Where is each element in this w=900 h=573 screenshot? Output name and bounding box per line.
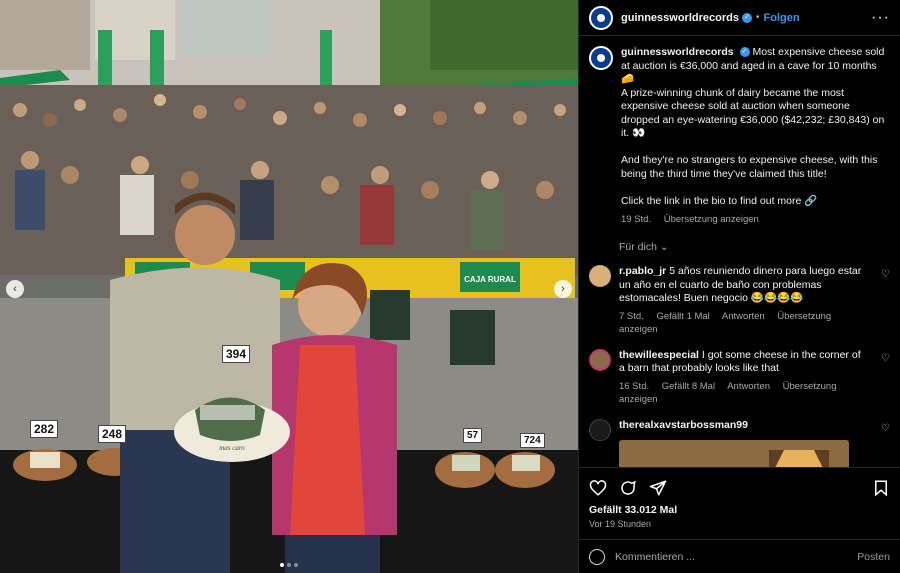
comments-scroll-area[interactable]: guinnessworldrecords ✓ Most expensive ch… <box>579 36 900 467</box>
follow-button[interactable]: Folgen <box>764 12 800 24</box>
carousel-dot <box>287 563 291 567</box>
comment-like-heart-icon[interactable]: ♡ <box>881 423 890 434</box>
post-comment-button[interactable]: Posten <box>857 551 890 563</box>
post-timestamp: Vor 19 Stunden <box>589 519 652 529</box>
like-count[interactable]: Gefällt 33.012 Mal <box>589 504 890 516</box>
caption-username[interactable]: guinnessworldrecords <box>621 46 734 58</box>
like-heart-icon[interactable] <box>589 479 607 497</box>
emoji-picker-icon[interactable] <box>589 548 605 565</box>
post-actions: Gefällt 33.012 Mal Vor 19 Stunden Posten <box>579 467 900 573</box>
carousel-indicator <box>0 563 578 567</box>
commenter-username[interactable]: r.pablo_jr <box>619 265 666 277</box>
more-options-icon[interactable]: ··· <box>871 9 890 27</box>
carousel-dot <box>294 563 298 567</box>
share-send-icon[interactable] <box>649 479 667 497</box>
post-viewer: CAJA RURAL mas caro 394 282 248 57 724 ‹… <box>0 0 900 573</box>
auction-tag: 724 <box>520 433 545 448</box>
commenter-username[interactable]: thewillеespecial <box>619 349 699 361</box>
next-photo-button[interactable]: › <box>554 280 572 298</box>
commenter-avatar[interactable] <box>589 418 611 441</box>
commenter-avatar[interactable] <box>589 265 611 287</box>
comment-likes[interactable]: Gefällt 8 Mal <box>662 381 715 392</box>
verified-badge-icon: ✓ <box>741 12 752 23</box>
comment-reply-button[interactable]: Antworten <box>727 381 770 392</box>
separator-dot: • <box>755 12 760 23</box>
barrier-banner-text: CAJA RURAL <box>464 275 516 284</box>
auction-tag: 248 <box>98 425 127 443</box>
post-caption: guinnessworldrecords ✓ Most expensive ch… <box>589 46 890 225</box>
caption-text: guinnessworldrecords ✓ Most expensive ch… <box>621 46 889 208</box>
photo-scene: CAJA RURAL mas caro <box>0 0 578 573</box>
comment-likes[interactable]: Gefällt 1 Mal <box>656 311 709 322</box>
bookmark-icon[interactable] <box>872 479 890 497</box>
caption-line-2: A prize-winning chunk of dairy became th… <box>621 86 885 140</box>
comment-reply-button[interactable]: Antworten <box>722 311 765 322</box>
comment-time: 16 Std. <box>619 380 650 392</box>
auction-tag: 282 <box>30 420 59 438</box>
auction-tag: 57 <box>463 428 483 443</box>
auction-tag: 394 <box>222 345 251 363</box>
comment-item: r.pablo_jr 5 años reuniendo dinero para … <box>589 265 890 337</box>
account-username[interactable]: guinnessworldrecords <box>621 12 739 24</box>
caption-time: 19 Std. <box>621 214 652 225</box>
account-avatar[interactable] <box>589 5 613 30</box>
verified-badge-icon: ✓ <box>739 47 750 58</box>
comment-item: thewillеespecial I got some cheese in th… <box>589 348 890 407</box>
previous-photo-button[interactable]: ‹ <box>6 280 24 298</box>
comment-time: 7 Std. <box>619 310 644 322</box>
post-header: guinnessworldrecords ✓ • Folgen ··· <box>579 0 900 36</box>
commenter-avatar[interactable] <box>589 348 611 371</box>
caption-line-3: And they're no strangers to expensive ch… <box>621 154 878 180</box>
caption-avatar[interactable] <box>589 46 613 70</box>
post-side-panel: guinnessworldrecords ✓ • Folgen ··· guin… <box>578 0 900 573</box>
caption-line-4: Click the link in the bio to find out mo… <box>621 194 818 207</box>
commenter-username[interactable]: therealxavstarbossman99 <box>619 419 748 431</box>
plate-inscription: mas caro <box>219 444 245 452</box>
comment-like-heart-icon[interactable]: ♡ <box>881 269 890 280</box>
post-photo[interactable]: CAJA RURAL mas caro 394 282 248 57 724 ‹… <box>0 0 578 573</box>
comment-input[interactable] <box>615 550 858 563</box>
comment-like-heart-icon[interactable]: ♡ <box>881 353 890 364</box>
comment-bubble-icon[interactable] <box>619 479 637 497</box>
caption-meta: 19 Std. Übersetzung anzeigen <box>621 214 889 225</box>
comment-composer: Posten <box>579 539 900 573</box>
gif-image <box>619 440 849 467</box>
carousel-dot <box>280 563 284 567</box>
comment-item: therealxavstarbossman99 ♡ <box>589 418 890 467</box>
caption-translate-link[interactable]: Übersetzung anzeigen <box>664 214 759 225</box>
comment-gif[interactable] <box>619 440 849 467</box>
comment-sort-dropdown[interactable]: Für dich ⌄ <box>619 241 890 253</box>
